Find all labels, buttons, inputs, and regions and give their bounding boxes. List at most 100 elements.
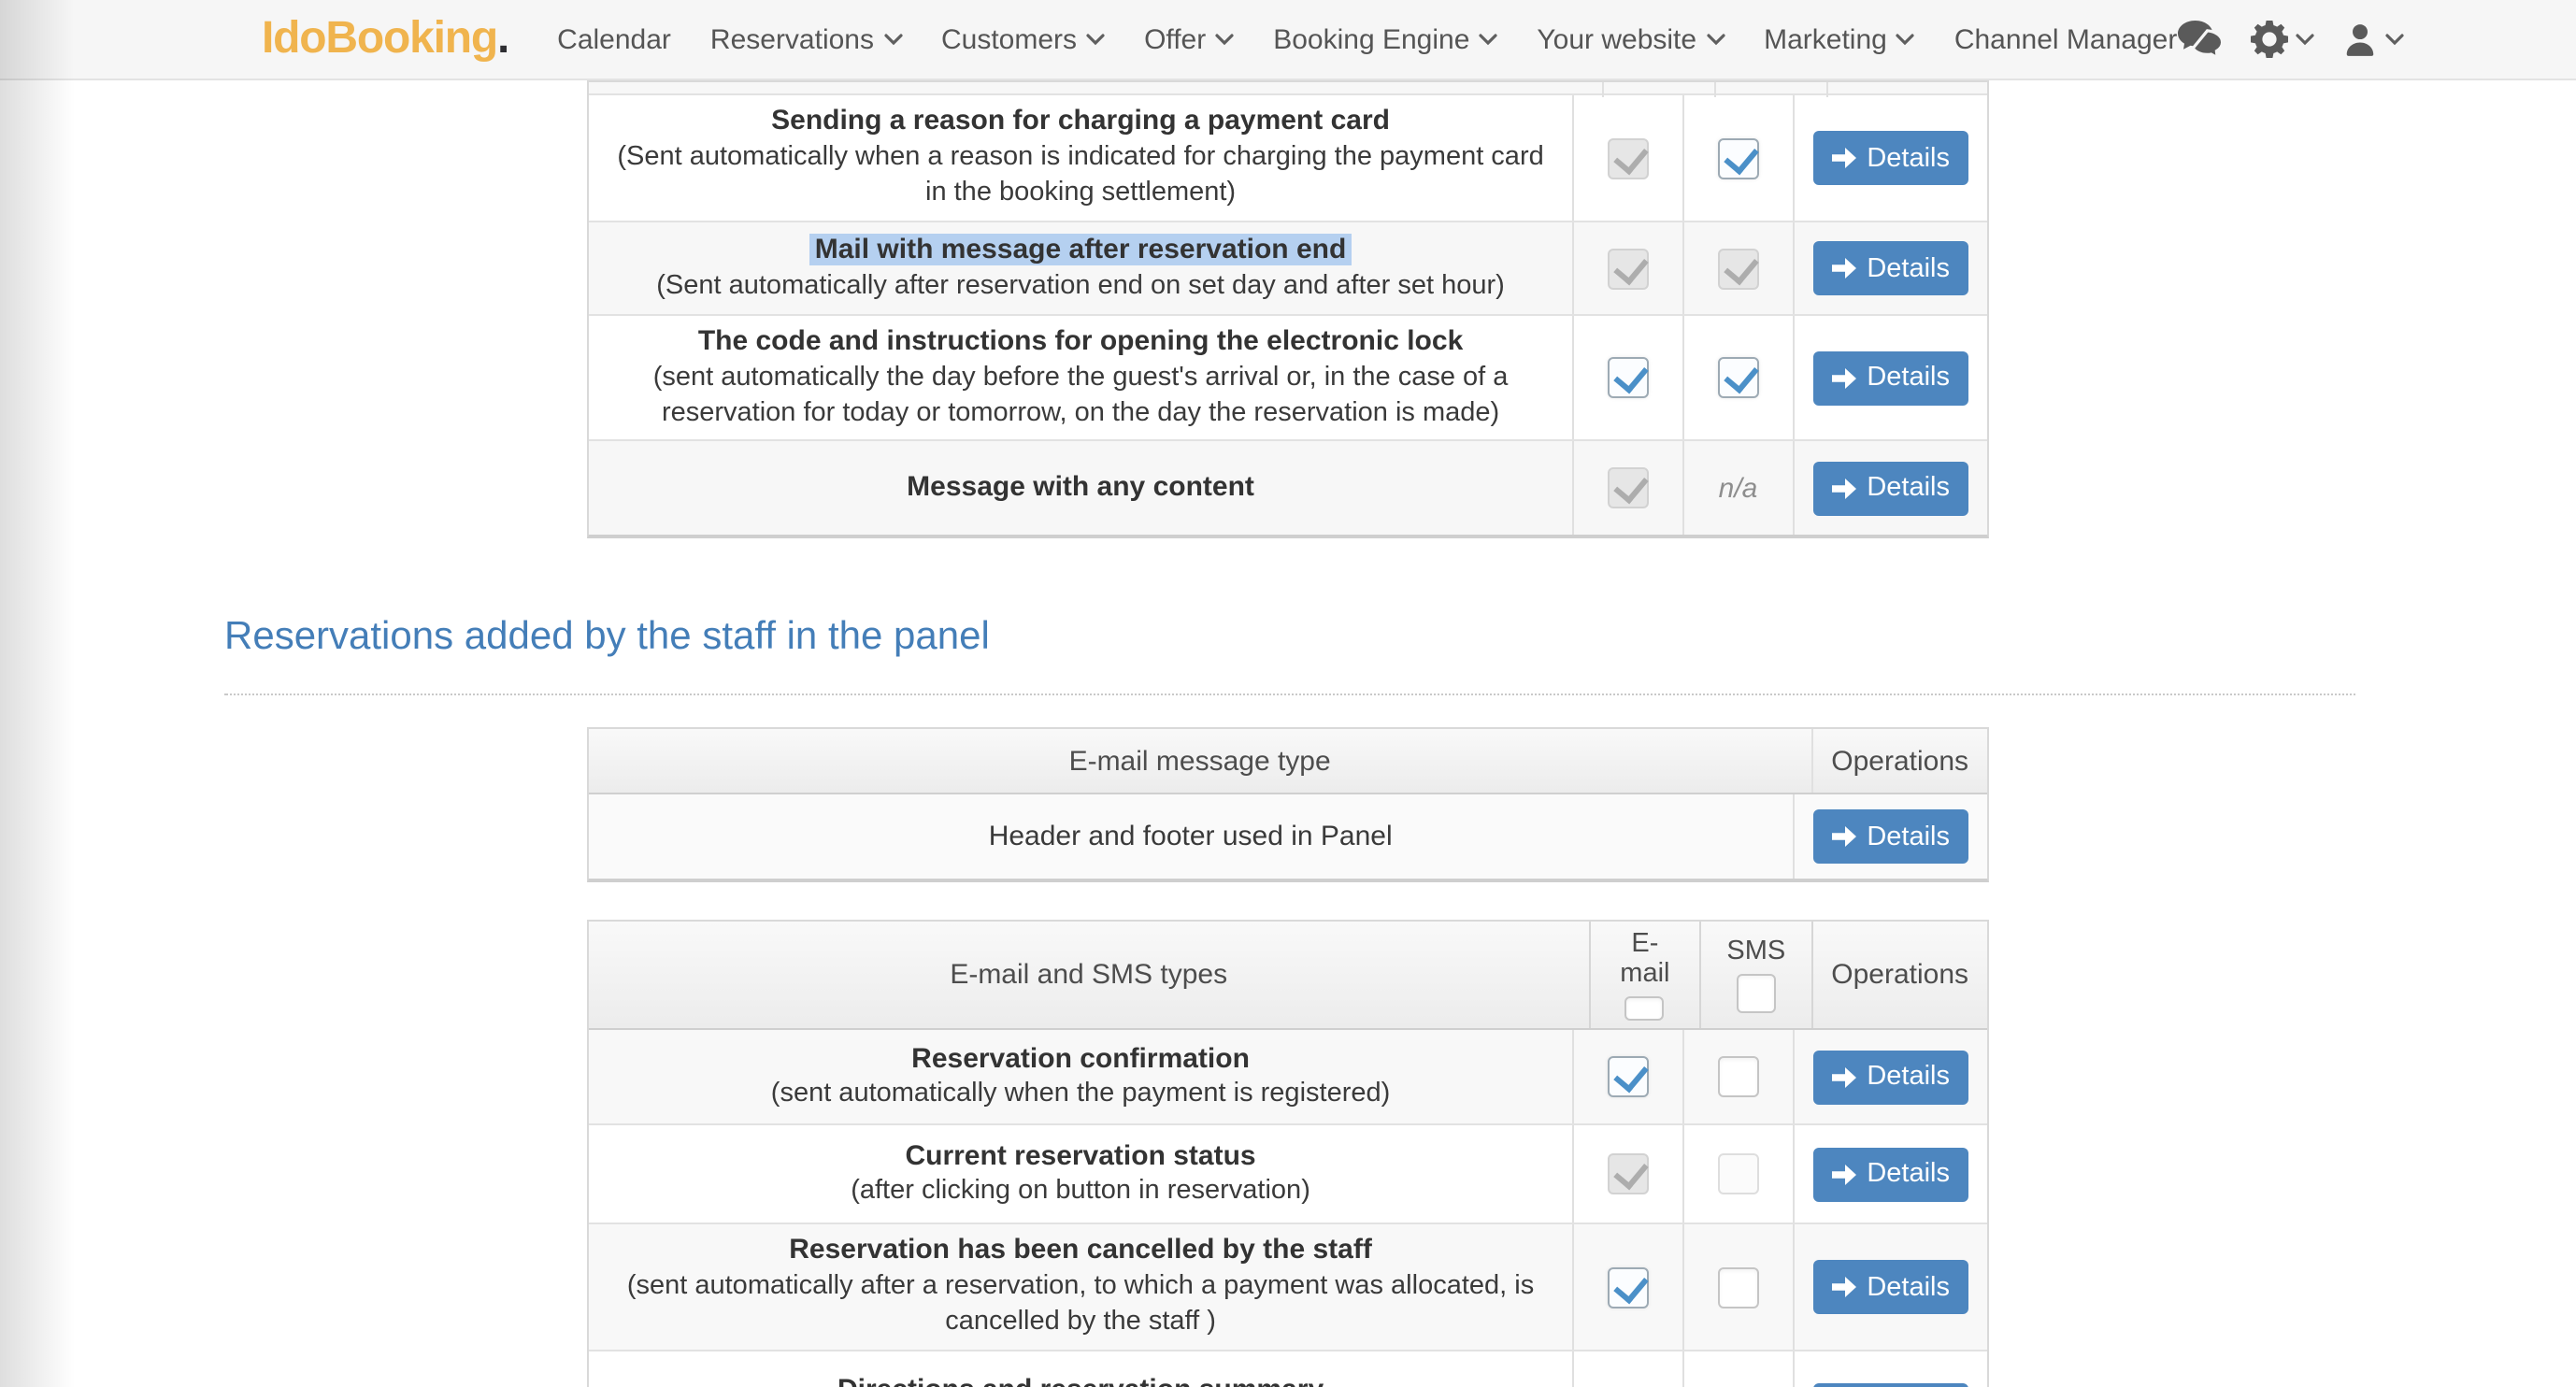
details-button-label: Details (1867, 253, 1950, 283)
sms-checkbox (1718, 1153, 1759, 1194)
message-type-cell: Current reservation status (after clicki… (589, 1125, 1574, 1223)
details-button[interactable]: Details (1812, 131, 1968, 185)
account-person-icon (2341, 21, 2377, 57)
arrow-right-icon (1831, 478, 1855, 498)
email-checkbox (1608, 248, 1649, 289)
sms-checkbox[interactable] (1718, 137, 1759, 179)
sms-checkbox[interactable] (1718, 1056, 1759, 1097)
table-header-row: E-mail message type Operations (589, 729, 1987, 794)
details-button[interactable]: Details (1812, 461, 1968, 515)
sms-checkbox (1718, 248, 1759, 289)
email-column-toggle-checkbox[interactable] (1625, 996, 1665, 1021)
table-row: Reservation confirmation (sent automatic… (589, 1030, 1987, 1125)
chevron-down-icon (1479, 33, 1497, 46)
arrow-right-icon (1831, 826, 1855, 847)
message-type-description: (sent automatically the day before the g… (608, 361, 1553, 433)
window-edge-shadow (0, 0, 75, 1387)
details-button[interactable]: Details (1812, 1050, 1968, 1104)
arrow-right-icon (1831, 258, 1855, 279)
message-type-title: Mail with message after reservation end (809, 232, 1352, 269)
details-button-label: Details (1867, 363, 1950, 393)
table-row: Header and footer used in Panel Details (589, 794, 1987, 879)
arrow-right-icon (1831, 1164, 1855, 1184)
nav-item-your-website[interactable]: Your website (1537, 23, 1724, 55)
brand-logo-part: Ido (262, 13, 325, 64)
message-type-cell: Message with any content (589, 441, 1574, 535)
sms-checkbox[interactable] (1718, 357, 1759, 398)
nav-item-label: Reservations (710, 23, 874, 55)
email-checkbox[interactable] (1608, 1266, 1649, 1308)
settings-button[interactable] (2250, 21, 2313, 58)
details-button-label: Details (1867, 473, 1950, 503)
email-checkbox (1608, 467, 1649, 508)
email-checkbox[interactable] (1608, 357, 1649, 398)
column-header-email-message-type: E-mail message type (1069, 745, 1331, 777)
details-button-label: Details (1867, 1272, 1950, 1302)
nav-item-marketing[interactable]: Marketing (1764, 23, 1915, 55)
nav-item-channel-manager[interactable]: Channel Manager (1954, 23, 2178, 55)
settings-gear-icon (2250, 21, 2287, 58)
nav-item-calendar[interactable]: Calendar (557, 23, 671, 55)
column-header-email-sms-types: E-mail and SMS types (950, 956, 1227, 994)
table-row: Mail with message after reservation end … (589, 222, 1987, 316)
table-row-clipped (589, 82, 1987, 95)
table-row: The code and instructions for opening th… (589, 316, 1987, 441)
table-row: Sending a reason for charging a payment … (589, 95, 1987, 222)
nav-icon-group (2177, 20, 2403, 59)
message-type-title: Message with any content (907, 469, 1254, 507)
details-button[interactable]: Details (1812, 1383, 1968, 1387)
details-button-label: Details (1867, 1062, 1950, 1092)
column-header-email: E-mail (1609, 929, 1681, 989)
message-type-description: (Sent automatically when a reason is ind… (608, 141, 1553, 213)
message-type-title: Reservation has been cancelled by the st… (789, 1233, 1372, 1270)
table-row-clipped: Directions and reservation summary Detai… (589, 1351, 1987, 1387)
chevron-down-icon (1215, 33, 1234, 46)
message-type-title: Current reservation status (905, 1137, 1255, 1175)
details-button[interactable]: Details (1812, 350, 1968, 405)
chevron-down-icon (2384, 33, 2403, 46)
table-row: Message with any content n/a Details (589, 441, 1987, 535)
email-checkbox (1608, 137, 1649, 179)
details-button[interactable]: Details (1812, 1260, 1968, 1314)
arrow-right-icon (1831, 367, 1855, 388)
chevron-down-icon (883, 33, 902, 46)
chevron-down-icon (1086, 33, 1105, 46)
details-button[interactable]: Details (1812, 241, 1968, 295)
message-type-cell: Reservation has been cancelled by the st… (589, 1224, 1574, 1350)
brand-logo[interactable]: IdoBooking. (262, 13, 508, 65)
details-button[interactable]: Details (1812, 1147, 1968, 1201)
table-row: Current reservation status (after clicki… (589, 1125, 1987, 1224)
brand-logo-part: Booking (325, 13, 497, 64)
chevron-down-icon (1896, 33, 1915, 46)
nav-item-reservations[interactable]: Reservations (710, 23, 902, 55)
guest-messages-table: Sending a reason for charging a payment … (587, 80, 1989, 538)
sms-column-toggle-checkbox[interactable] (1737, 974, 1776, 1013)
arrow-right-icon (1831, 148, 1855, 168)
top-navbar: IdoBooking. Calendar Reservations Custom… (0, 0, 2576, 80)
email-checkbox[interactable] (1608, 1056, 1649, 1097)
nav-menu: Calendar Reservations Customers Offer Bo… (557, 23, 2177, 55)
nav-item-label: Calendar (557, 23, 671, 55)
sms-checkbox[interactable] (1718, 1266, 1759, 1308)
message-type-cell: The code and instructions for opening th… (589, 316, 1574, 439)
message-type-title: Header and footer used in Panel (989, 821, 1393, 852)
message-type-description: (sent automatically after a reservation,… (608, 1270, 1553, 1342)
message-type-title: Directions and reservation summary (837, 1372, 1324, 1387)
nav-item-customers[interactable]: Customers (941, 23, 1105, 55)
page: IdoBooking. Calendar Reservations Custom… (0, 0, 2576, 1387)
messages-button[interactable] (2177, 20, 2222, 59)
details-button[interactable]: Details (1812, 809, 1968, 864)
nav-item-booking-engine[interactable]: Booking Engine (1273, 23, 1497, 55)
email-checkbox (1608, 1153, 1649, 1194)
nav-item-label: Channel Manager (1954, 23, 2178, 55)
message-type-cell: Directions and reservation summary (589, 1351, 1574, 1387)
panel-messages-table: E-mail message type Operations Header an… (587, 727, 1989, 882)
column-header-sms: SMS (1726, 937, 1785, 966)
message-type-description: (Sent automatically after reservation en… (656, 269, 1505, 305)
message-type-cell: Mail with message after reservation end … (589, 222, 1574, 314)
nav-item-offer[interactable]: Offer (1144, 23, 1234, 55)
message-type-title: Sending a reason for charging a payment … (771, 104, 1390, 141)
message-type-description: (sent automatically when the payment is … (771, 1078, 1391, 1113)
account-button[interactable] (2341, 21, 2403, 57)
nav-item-label: Customers (941, 23, 1077, 55)
